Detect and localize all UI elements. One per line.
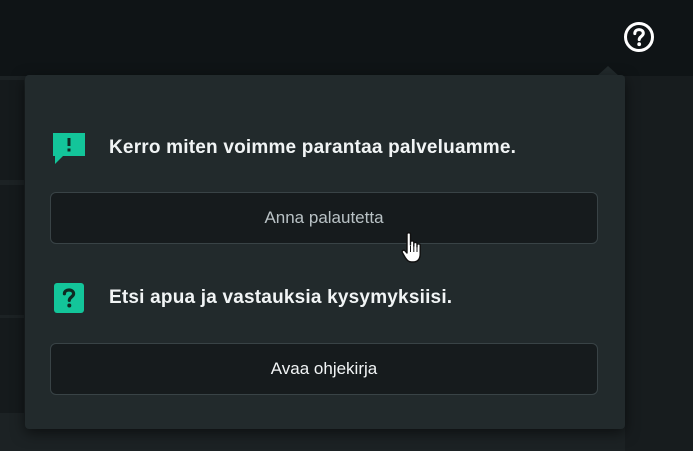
feedback-speech-bubble-icon xyxy=(52,131,86,165)
background-panel xyxy=(0,318,24,413)
help-button[interactable] xyxy=(622,20,656,54)
top-bar xyxy=(0,0,693,76)
help-row: Etsi apua ja vastauksia kysymyksiisi. xyxy=(52,281,452,315)
question-circle-icon xyxy=(624,22,654,52)
background-right-panel xyxy=(625,76,693,451)
give-feedback-button[interactable]: Anna palautetta xyxy=(50,192,598,244)
help-prompt-text: Etsi apua ja vastauksia kysymyksiisi. xyxy=(109,287,453,308)
question-square-icon xyxy=(52,281,86,315)
open-manual-button[interactable]: Avaa ohjekirja xyxy=(50,343,598,395)
background-panel xyxy=(0,185,24,315)
help-feedback-popover: Kerro miten voimme parantaa palveluamme.… xyxy=(25,75,625,429)
feedback-row: Kerro miten voimme parantaa palveluamme. xyxy=(52,131,516,165)
background-panel xyxy=(0,80,24,180)
feedback-prompt-text: Kerro miten voimme parantaa palveluamme. xyxy=(109,137,517,158)
